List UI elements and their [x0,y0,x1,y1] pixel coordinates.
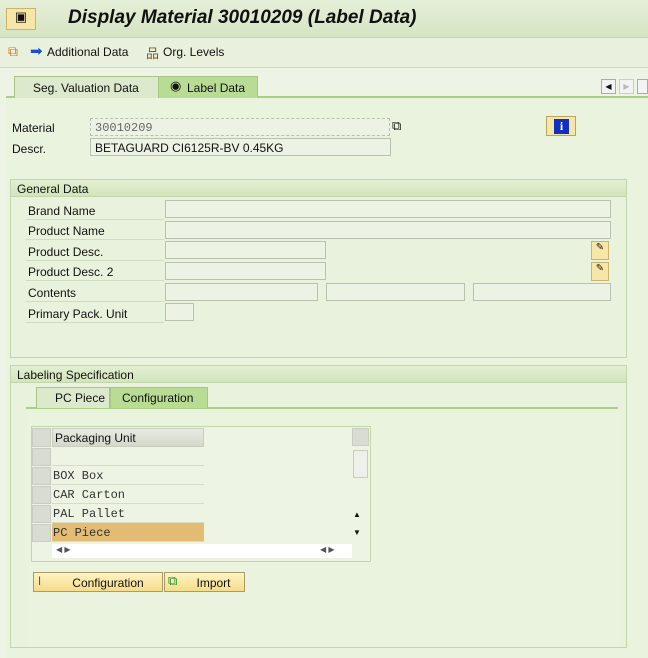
info-icon: i [554,119,569,134]
contents-field-2[interactable] [326,283,465,301]
product-name-label: Product Name [26,221,164,240]
primary-pack-unit-label: Primary Pack. Unit [26,304,164,323]
table-row[interactable]: BOX Box [52,466,204,485]
column-settings-button[interactable] [352,428,369,446]
material-field[interactable]: 30010209 [90,118,390,136]
column-header-packaging-unit[interactable]: Packaging Unit [52,428,204,447]
material-label: Material [12,121,55,135]
tab-seg-valuation-data[interactable]: Seg. Valuation Data [14,76,160,98]
import-icon: ⧉ [168,573,178,588]
table-row[interactable]: CAR Carton [52,485,204,504]
contents-field-1[interactable] [165,283,318,301]
tab-scroll-left-icon[interactable]: ◀ [601,79,616,94]
tab-configuration[interactable]: Configuration [110,387,208,408]
long-text-icon[interactable]: ✎ [591,262,609,281]
brand-name-label: Brand Name [26,201,164,220]
product-desc2-field[interactable] [165,262,326,280]
table-row[interactable] [52,447,204,466]
row-selector[interactable] [32,448,51,466]
system-menu-icon[interactable]: ▣ [6,8,36,30]
scroll-up-icon[interactable]: ▲ [353,510,361,519]
import-label: Import [196,576,231,590]
row-selector[interactable] [32,486,51,504]
long-text-icon[interactable]: ✎ [591,241,609,260]
vertical-scrollbar-thumb[interactable] [353,450,368,478]
copy-icon[interactable]: ⧉ [392,118,401,134]
row-selector[interactable] [32,524,51,542]
info-button[interactable]: i [546,116,576,136]
horizontal-scrollbar[interactable] [52,544,352,558]
product-name-field[interactable] [165,221,611,239]
descr-label: Descr. [12,142,47,156]
arrow-right-icon: ➡ [30,43,43,60]
table-row-selected[interactable]: PC Piece [52,523,204,542]
wand-icon: ǀ [38,574,42,588]
select-all-button[interactable] [32,428,51,447]
row-selector[interactable] [32,467,51,485]
radio-tab-icon: ◉ [170,78,182,93]
primary-pack-unit-field[interactable] [165,303,194,321]
tab-list-icon[interactable] [637,79,648,94]
org-hierarchy-icon: 品 [146,46,160,61]
tab-label: Label Data [187,81,246,95]
additional-data-button[interactable]: Additional Data [47,45,128,59]
labeling-spec-title: Labeling Specification [11,366,626,383]
configuration-button[interactable]: Configuration [33,572,163,592]
tab-pc-piece[interactable]: PC Piece [36,387,110,408]
configuration-label: Configuration [72,576,144,590]
general-data-title: General Data [11,180,626,197]
table-row[interactable]: PAL Pallet [52,504,204,523]
contents-field-3[interactable] [473,283,611,301]
scroll-right-icon[interactable]: ◀ ▶ [320,545,335,554]
row-selector[interactable] [32,505,51,523]
product-desc-label: Product Desc. [26,242,164,261]
scroll-left-icon[interactable]: ◀ ▶ [56,545,71,554]
brand-name-field[interactable] [165,200,611,218]
org-levels-button[interactable]: Org. Levels [163,45,224,59]
product-desc2-label: Product Desc. 2 [26,262,164,281]
tab-scroll-right-icon[interactable]: ▶ [619,79,634,94]
display-change-icon[interactable]: ⧉ [8,43,18,60]
product-desc-field[interactable] [165,241,326,259]
contents-label: Contents [26,283,164,302]
page-title: Display Material 30010209 (Label Data) [68,7,417,28]
scroll-down-icon[interactable]: ▼ [353,528,361,537]
descr-field: BETAGUARD CI6125R-BV 0.45KG [90,138,391,156]
